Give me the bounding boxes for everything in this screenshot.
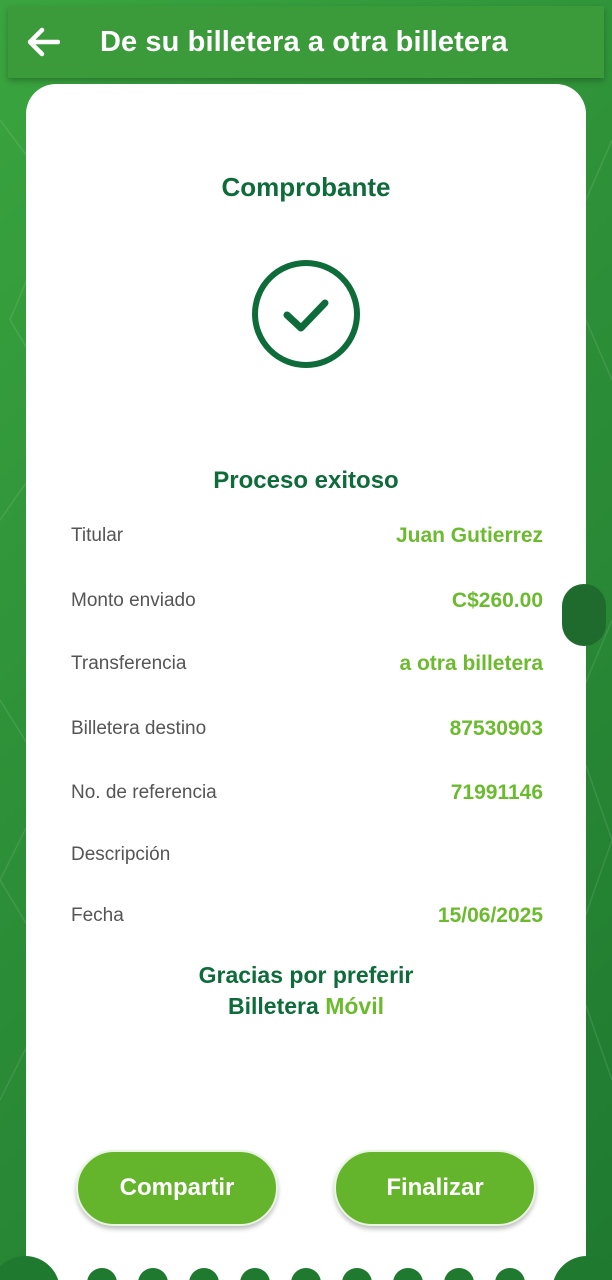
row-value: a otra billetera <box>399 652 543 675</box>
row-value: Juan Gutierrez <box>395 524 543 547</box>
receipt-title: Comprobante <box>221 172 391 202</box>
brand-accent: Móvil <box>325 993 384 1019</box>
edge-dot <box>342 1268 372 1280</box>
row-transferencia: Transferencia a otra billetera <box>71 649 543 679</box>
brand-name: Billetera <box>228 993 319 1019</box>
edge-dot <box>240 1268 270 1280</box>
row-titular: Titular Juan Gutierrez <box>71 521 543 551</box>
share-button[interactable]: Compartir <box>76 1150 278 1226</box>
edge-dot <box>87 1268 117 1280</box>
edge-corner <box>552 1256 612 1280</box>
row-referencia: No. de referencia 71991146 <box>71 778 543 808</box>
row-fecha: Fecha 15/06/2025 <box>71 901 543 931</box>
row-label: No. de referencia <box>71 782 217 803</box>
receipt-card: Comprobante Proceso exitoso Titular Juan… <box>0 84 612 1280</box>
thanks-brand: Billetera Móvil <box>26 991 586 1022</box>
row-label: Descripción <box>71 844 171 865</box>
page-title: De su billetera a otra billetera <box>100 25 508 58</box>
edge-dot <box>495 1268 525 1280</box>
app-header: De su billetera a otra billetera <box>8 6 604 78</box>
thanks-line: Gracias por preferir <box>198 962 414 988</box>
edge-dot <box>444 1268 474 1280</box>
perforated-edge <box>0 1256 612 1280</box>
row-label: Transferencia <box>71 653 187 674</box>
row-value: 15/06/2025 <box>437 904 543 927</box>
row-label: Titular <box>71 525 124 546</box>
edge-corner <box>0 1256 60 1280</box>
edge-dot <box>393 1268 423 1280</box>
row-billetera-destino: Billetera destino 87530903 <box>71 714 543 744</box>
row-label: Fecha <box>71 905 124 926</box>
thanks-message: Gracias por preferir Billetera Móvil <box>26 960 586 1022</box>
row-descripcion: Descripción <box>71 840 543 870</box>
finish-button[interactable]: Finalizar <box>334 1150 536 1226</box>
row-label: Monto enviado <box>71 590 196 611</box>
check-circle-icon <box>250 258 362 375</box>
arrow-left-icon <box>27 27 60 57</box>
row-value: 87530903 <box>449 717 543 740</box>
edge-dot <box>189 1268 219 1280</box>
row-label: Billetera destino <box>71 718 207 739</box>
side-handle <box>562 584 606 646</box>
edge-dot <box>138 1268 168 1280</box>
row-monto: Monto enviado C$260.00 <box>71 586 543 616</box>
status-message: Proceso exitoso <box>213 467 399 494</box>
back-button[interactable] <box>8 6 78 78</box>
row-value: C$260.00 <box>451 589 543 612</box>
row-value: 71991146 <box>450 781 543 804</box>
edge-dot <box>291 1268 321 1280</box>
